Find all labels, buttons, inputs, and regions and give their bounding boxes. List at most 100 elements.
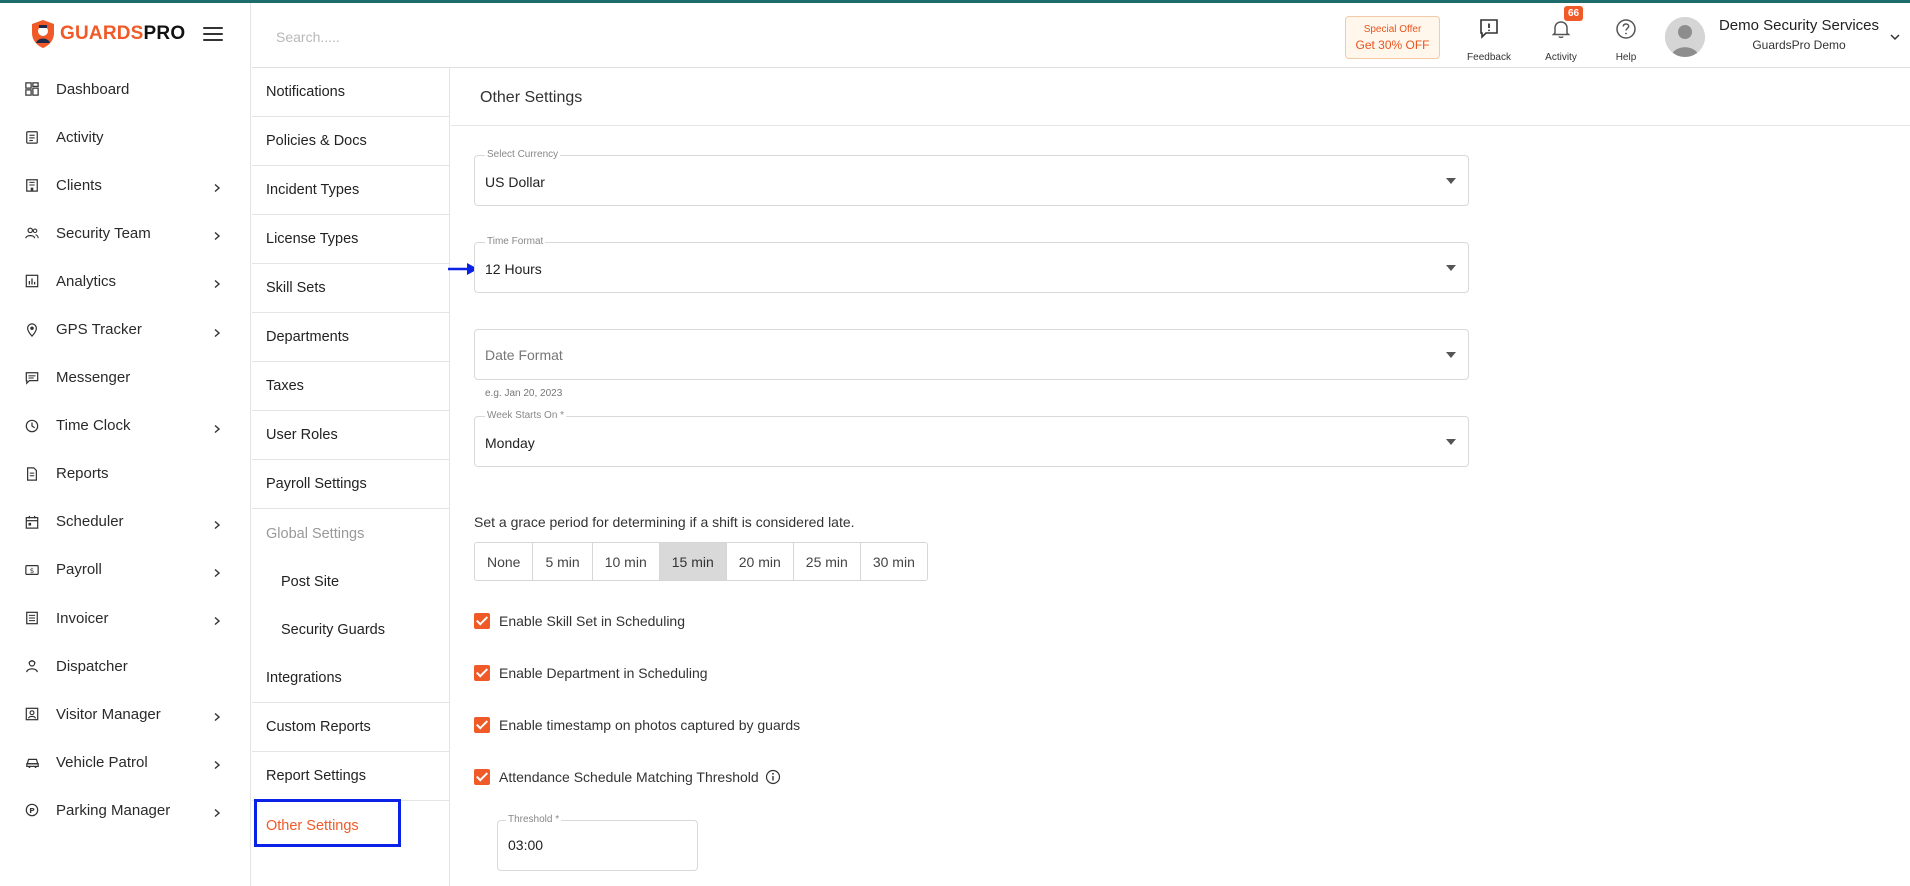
svg-text:P: P [29, 806, 35, 815]
clipboard-icon [24, 129, 40, 145]
nav-item-label: Vehicle Patrol [56, 753, 148, 771]
checkbox-row: Enable Skill Set in Scheduling [474, 613, 685, 629]
grace-option-30-min[interactable]: 30 min [860, 543, 927, 580]
subnav-item-departments[interactable]: Departments [252, 313, 449, 362]
user-avatar-icon [1665, 17, 1705, 57]
caret-down-icon [1446, 352, 1456, 358]
grace-option-25-min[interactable]: 25 min [793, 543, 861, 580]
chevron-right-icon [212, 421, 222, 433]
brand-name: GUARDSPRO [60, 23, 186, 44]
subnav-item-other-settings[interactable]: Other Settings [252, 801, 449, 850]
nav-item-visitor-manager[interactable]: Visitor Manager [0, 690, 250, 738]
dispatcher-icon [24, 658, 40, 674]
clock-icon [24, 418, 40, 434]
currency-label: Select Currency [485, 149, 561, 160]
nav-item-time-clock[interactable]: Time Clock [0, 402, 250, 450]
top-header: Special Offer Get 30% OFF Feedback 66 Ac… [252, 3, 1910, 68]
nav-item-vehicle-patrol[interactable]: Vehicle Patrol [0, 738, 250, 786]
nav-item-invoicer[interactable]: Invoicer [0, 594, 250, 642]
nav-item-gps-tracker[interactable]: GPS Tracker [0, 305, 250, 353]
chevron-right-icon [212, 613, 222, 626]
menu-toggle-icon[interactable] [203, 27, 223, 41]
grace-option-5-min[interactable]: 5 min [533, 543, 593, 580]
week-start-select[interactable]: Week Starts On * Monday [474, 410, 1469, 467]
grace-option-none[interactable]: None [475, 543, 534, 580]
shield-logo-icon [32, 20, 54, 48]
nav-item-reports[interactable]: Reports [0, 450, 250, 498]
special-offer-button[interactable]: Special Offer Get 30% OFF [1345, 16, 1440, 59]
document-icon [24, 466, 40, 482]
checkbox-row: Enable Department in Scheduling [474, 665, 708, 681]
nav-item-label: GPS Tracker [56, 321, 142, 339]
nav-item-payroll[interactable]: $ Payroll [0, 546, 250, 594]
subnav-item-taxes[interactable]: Taxes [252, 362, 449, 411]
chevron-right-icon [212, 325, 222, 337]
subnav-item-license-types[interactable]: License Types [252, 215, 449, 264]
settings-subnav: Notifications Policies & Docs Incident Typ… [252, 68, 450, 886]
subnav-item-user-roles[interactable]: User Roles [252, 411, 449, 460]
help-icon [1616, 19, 1636, 39]
offer-title: Special Offer [1363, 24, 1422, 35]
time-format-select[interactable]: Time Format 12 Hours [474, 236, 1469, 293]
search-input[interactable] [276, 25, 676, 49]
threshold-field[interactable]: Threshold * [497, 814, 698, 871]
subnav-item-notifications[interactable]: Notifications [252, 68, 449, 117]
checkbox[interactable] [474, 769, 490, 785]
parking-icon: P [24, 802, 40, 818]
subnav-item-integrations[interactable]: Integrations [252, 654, 449, 703]
nav-item-label: Payroll [56, 561, 102, 579]
nav-item-dispatcher[interactable]: Dispatcher [0, 642, 250, 690]
checkbox[interactable] [474, 717, 490, 733]
nav-item-label: Dashboard [56, 80, 130, 98]
caret-down-icon [1446, 439, 1456, 445]
threshold-input[interactable] [508, 837, 678, 853]
nav-item-label: Dispatcher [56, 657, 128, 675]
week-start-label: Week Starts On * [485, 410, 567, 421]
nav-item-label: Messenger [56, 369, 131, 387]
date-format-helper: e.g. Jan 20, 2023 [485, 388, 563, 399]
help-button[interactable]: Help [1596, 17, 1656, 63]
subnav-item-security-guards[interactable]: Security Guards [252, 606, 449, 654]
nav-item-label: Clients [56, 176, 102, 194]
subnav-item-skill-sets[interactable]: Skill Sets [252, 264, 449, 313]
grace-option-10-min[interactable]: 10 min [592, 543, 660, 580]
nav-item-scheduler[interactable]: Scheduler [0, 498, 250, 546]
currency-select[interactable]: Select Currency US Dollar [474, 149, 1469, 206]
subnav-item-incident-types[interactable]: Incident Types [252, 166, 449, 215]
nav-item-activity[interactable]: Activity [0, 113, 250, 161]
chevron-down-icon[interactable] [1890, 33, 1900, 41]
threshold-label: Threshold * [506, 814, 562, 825]
chevron-right-icon [212, 180, 222, 193]
avatar[interactable] [1665, 17, 1705, 57]
subnav-item-custom-reports[interactable]: Custom Reports [252, 703, 449, 752]
logo[interactable]: GUARDSPRO [0, 3, 250, 65]
subnav-item-report-settings[interactable]: Report Settings [252, 752, 449, 801]
nav-item-parking-manager[interactable]: P Parking Manager [0, 786, 250, 834]
activity-button[interactable]: 66 Activity [1531, 6, 1591, 63]
subnav-item-policies-docs[interactable]: Policies & Docs [252, 117, 449, 166]
user-menu[interactable]: Demo Security Services GuardsPro Demo [1715, 17, 1883, 52]
subnav-item-payroll-settings[interactable]: Payroll Settings [252, 460, 449, 509]
info-icon[interactable] [765, 769, 781, 785]
nav-item-label: Activity [56, 128, 104, 146]
checkbox[interactable] [474, 613, 490, 629]
subnav-item-global-settings: Global Settings [266, 525, 365, 542]
dashboard-icon [24, 81, 40, 97]
nav-item-messenger[interactable]: Messenger [0, 354, 250, 402]
visitor-icon [24, 706, 40, 722]
feedback-button[interactable]: Feedback [1459, 17, 1519, 63]
nav-item-security-team[interactable]: Security Team [0, 209, 250, 257]
company-name: GuardsPro Demo [1752, 38, 1846, 52]
nav-item-label: Time Clock [56, 417, 131, 435]
grace-option-20-min[interactable]: 20 min [726, 543, 794, 580]
chevron-right-icon [212, 565, 222, 578]
money-icon: $ [24, 562, 40, 578]
nav-item-clients[interactable]: Clients [0, 161, 250, 209]
subnav-item-post-site[interactable]: Post Site [252, 558, 449, 606]
invoice-icon [24, 610, 40, 626]
nav-item-dashboard[interactable]: Dashboard [0, 65, 250, 113]
date-format-select[interactable]: Date Format [474, 329, 1469, 380]
checkbox[interactable] [474, 665, 490, 681]
nav-item-analytics[interactable]: Analytics [0, 257, 250, 305]
grace-option-15-min[interactable]: 15 min [659, 543, 727, 580]
